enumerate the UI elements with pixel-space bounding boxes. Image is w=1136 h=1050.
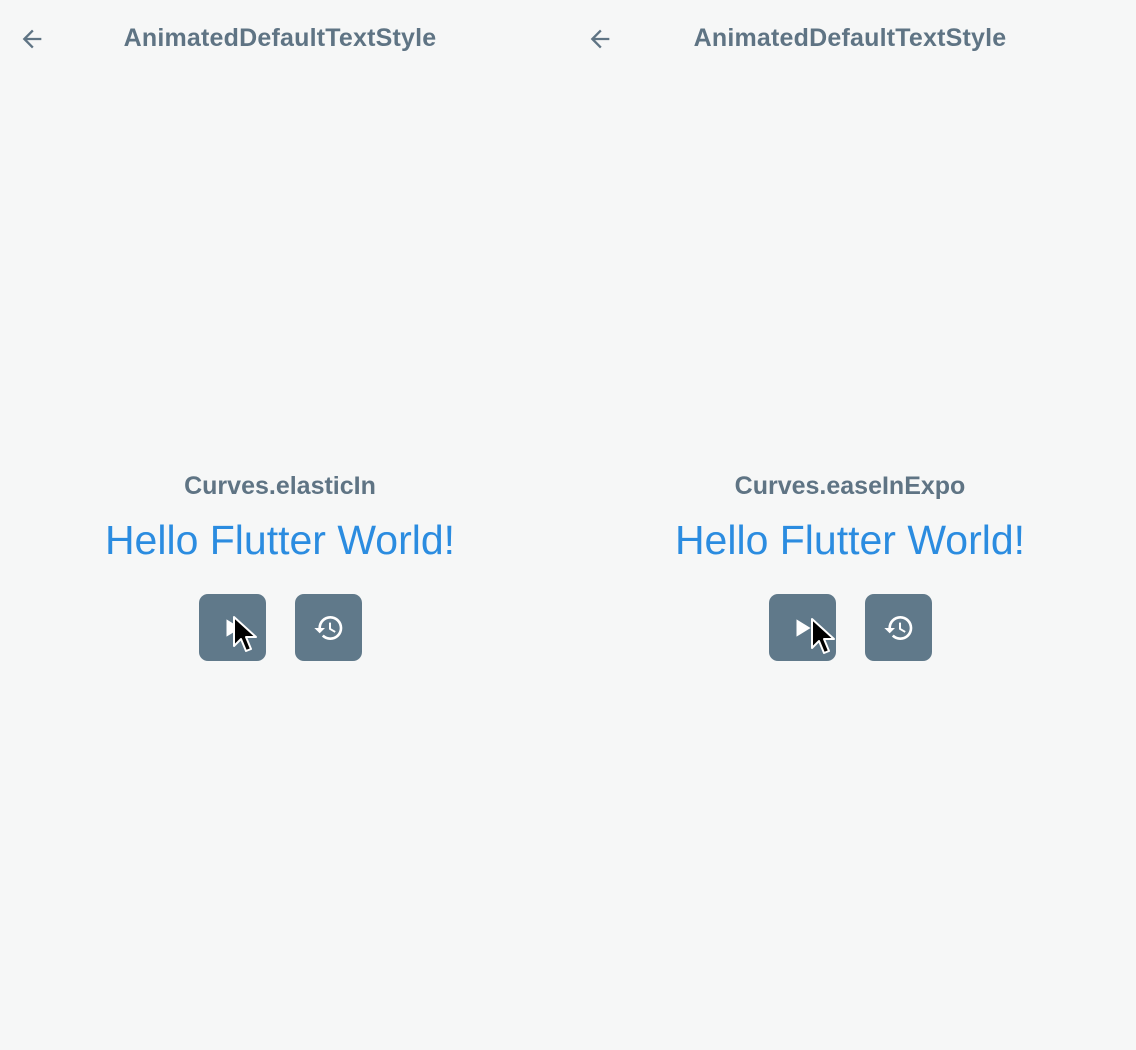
play-button[interactable] (199, 594, 266, 661)
page-title: AnimatedDefaultTextStyle (123, 24, 437, 52)
play-icon (790, 615, 816, 641)
play-icon (220, 615, 246, 641)
app-bar: AnimatedDefaultTextStyle (0, 0, 568, 78)
history-icon (883, 612, 915, 644)
curve-name-label: Curves.easeInExpo (734, 472, 966, 500)
demo-pane-ease-in-expo: AnimatedDefaultTextStyle Curves.easeInEx… (568, 0, 1136, 1050)
history-icon (313, 612, 345, 644)
demo-pane-elastic-in: AnimatedDefaultTextStyle Curves.elasticI… (0, 0, 568, 1050)
app-bar: AnimatedDefaultTextStyle (568, 0, 1136, 78)
reset-button[interactable] (865, 594, 932, 661)
reset-button[interactable] (295, 594, 362, 661)
curve-name-label: Curves.elasticIn (184, 472, 376, 500)
page-title: AnimatedDefaultTextStyle (693, 24, 1007, 52)
play-button[interactable] (769, 594, 836, 661)
animated-sample-text: Hello Flutter World! (104, 517, 456, 563)
animated-sample-text: Hello Flutter World! (674, 517, 1026, 563)
screen: AnimatedDefaultTextStyle Curves.elasticI… (0, 0, 1136, 1050)
